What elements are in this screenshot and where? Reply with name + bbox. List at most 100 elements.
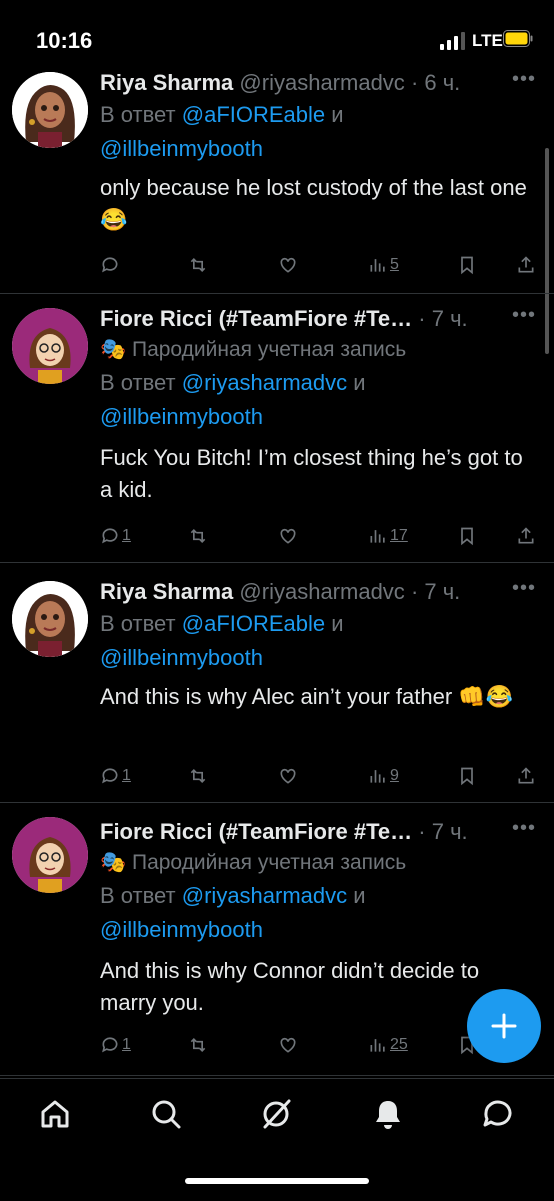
nav-messages[interactable] (481, 1097, 515, 1131)
nav-grok[interactable] (259, 1097, 293, 1131)
view-count: 9 (390, 767, 399, 784)
mention-link[interactable]: @aFIOREable (182, 102, 325, 127)
tweet-text: only because he lost custody of the last… (100, 175, 527, 232)
reply-button[interactable]: 1 (100, 1035, 131, 1055)
reply-button[interactable] (100, 255, 122, 275)
tweet-time: · 6 ч. (410, 70, 461, 95)
retweet-button[interactable] (188, 526, 208, 546)
display-name[interactable]: Riya Sharma (100, 70, 233, 95)
messages-icon (483, 1100, 512, 1127)
tweet-actions: 1 9 (100, 766, 536, 792)
tweet[interactable]: Riya Sharma @riyasharmadvc · 7 ч. ••• В … (0, 563, 554, 803)
retweet-button[interactable] (188, 1035, 208, 1055)
parody-label: 🎭 Пародийная учетная запись (100, 338, 407, 361)
user-handle[interactable]: @riyasharmadvc (239, 70, 404, 95)
avatar[interactable] (12, 72, 88, 148)
more-options-icon[interactable]: ••• (512, 68, 536, 91)
tweet[interactable]: Fiore Ricci (#TeamFiore #Te… · 7 ч. ••• … (0, 294, 554, 563)
tweet-time: · 7 ч. (418, 306, 468, 331)
reply-icon (102, 528, 118, 544)
reply-prefix: В ответ (100, 883, 176, 908)
share-button[interactable] (516, 766, 536, 786)
user-handle[interactable]: @riyasharmadvc (239, 579, 404, 604)
share-button[interactable] (516, 526, 536, 546)
tweet-header: Fiore Ricci (#TeamFiore #Te… · 7 ч. (100, 817, 536, 847)
retweet-button[interactable] (188, 255, 208, 275)
mention-link[interactable]: @illbeinmybooth (100, 917, 263, 942)
views-icon (370, 1039, 385, 1052)
grok-icon (263, 1099, 291, 1129)
like-icon (280, 257, 296, 273)
plus-icon (491, 1013, 517, 1039)
nav-search[interactable] (149, 1097, 183, 1131)
nav-notifications[interactable] (371, 1097, 405, 1131)
retweet-icon (190, 257, 206, 273)
tweet-header: Riya Sharma @riyasharmadvc · 6 ч. (100, 68, 536, 98)
home-indicator (185, 1178, 369, 1184)
parody-label: 🎭 Пародийная учетная запись (100, 851, 407, 874)
more-options-icon[interactable]: ••• (512, 817, 536, 840)
mention-link[interactable]: @aFIOREable (182, 611, 325, 636)
reply-context: В ответ @aFIOREable и (100, 98, 536, 132)
view-count: 25 (390, 1036, 408, 1053)
reply-button[interactable]: 1 (100, 766, 131, 786)
display-name[interactable]: Riya Sharma (100, 579, 233, 604)
home-icon (41, 1100, 69, 1128)
reply-context: В ответ @riyasharmadvc и (100, 879, 536, 913)
reply-context: В ответ @aFIOREable и (100, 607, 536, 641)
mention-link[interactable]: @illbeinmybooth (100, 404, 263, 429)
reply-prefix: В ответ (100, 611, 176, 636)
like-button[interactable] (278, 1035, 298, 1055)
battery-icon (503, 30, 533, 47)
like-button[interactable] (278, 766, 298, 786)
status-time: 10:16 (36, 28, 93, 53)
mention-link[interactable]: @riyasharmadvc (182, 883, 347, 908)
mention-link[interactable]: @illbeinmybooth (100, 645, 263, 670)
avatar[interactable] (12, 308, 88, 384)
bookmark-icon (461, 767, 473, 786)
display-name[interactable]: Fiore Ricci (#TeamFiore #Te… (100, 819, 412, 844)
more-options-icon[interactable]: ••• (512, 577, 536, 600)
retweet-icon (190, 528, 206, 544)
more-options-icon[interactable]: ••• (512, 304, 536, 327)
reply-and: и (331, 611, 344, 636)
avatar[interactable] (12, 817, 88, 893)
views-button[interactable]: 17 (368, 526, 408, 546)
bookmark-button[interactable] (457, 255, 477, 275)
views-button[interactable]: 9 (368, 766, 399, 786)
tweet-time: · 7 ч. (418, 819, 468, 844)
like-icon (280, 528, 296, 544)
reply-count: 1 (122, 1036, 131, 1053)
views-icon (370, 259, 385, 272)
bookmark-button[interactable] (457, 766, 477, 786)
reply-and: и (331, 102, 344, 127)
reply-prefix: В ответ (100, 370, 176, 395)
like-icon (280, 1037, 296, 1053)
reply-count: 1 (122, 527, 131, 544)
tweet-actions: 5 (100, 255, 536, 281)
like-button[interactable] (278, 255, 298, 275)
retweet-button[interactable] (188, 766, 208, 786)
views-button[interactable]: 5 (368, 255, 399, 275)
reply-context: В ответ @riyasharmadvc и (100, 366, 536, 400)
avatar[interactable] (12, 581, 88, 657)
mention-link[interactable]: @illbeinmybooth (100, 136, 263, 161)
nav-home[interactable] (38, 1097, 72, 1131)
views-button[interactable]: 25 (368, 1035, 408, 1055)
share-icon (518, 527, 534, 544)
like-button[interactable] (278, 526, 298, 546)
reply-icon (102, 257, 118, 273)
share-button[interactable] (516, 255, 536, 275)
mention-link[interactable]: @riyasharmadvc (182, 370, 347, 395)
reply-and: и (353, 883, 366, 908)
tweet[interactable]: Riya Sharma @riyasharmadvc · 6 ч. ••• В … (0, 60, 554, 294)
tweet-header: Fiore Ricci (#TeamFiore #Te… · 7 ч. (100, 304, 536, 334)
like-icon (280, 768, 296, 784)
bookmark-button[interactable] (457, 526, 477, 546)
display-name[interactable]: Fiore Ricci (#TeamFiore #Te… (100, 306, 412, 331)
reply-button[interactable]: 1 (100, 526, 131, 546)
compose-button[interactable] (467, 989, 541, 1063)
share-icon (518, 256, 534, 273)
bookmark-icon (461, 256, 473, 275)
tweet-actions: 1 17 (100, 526, 536, 552)
